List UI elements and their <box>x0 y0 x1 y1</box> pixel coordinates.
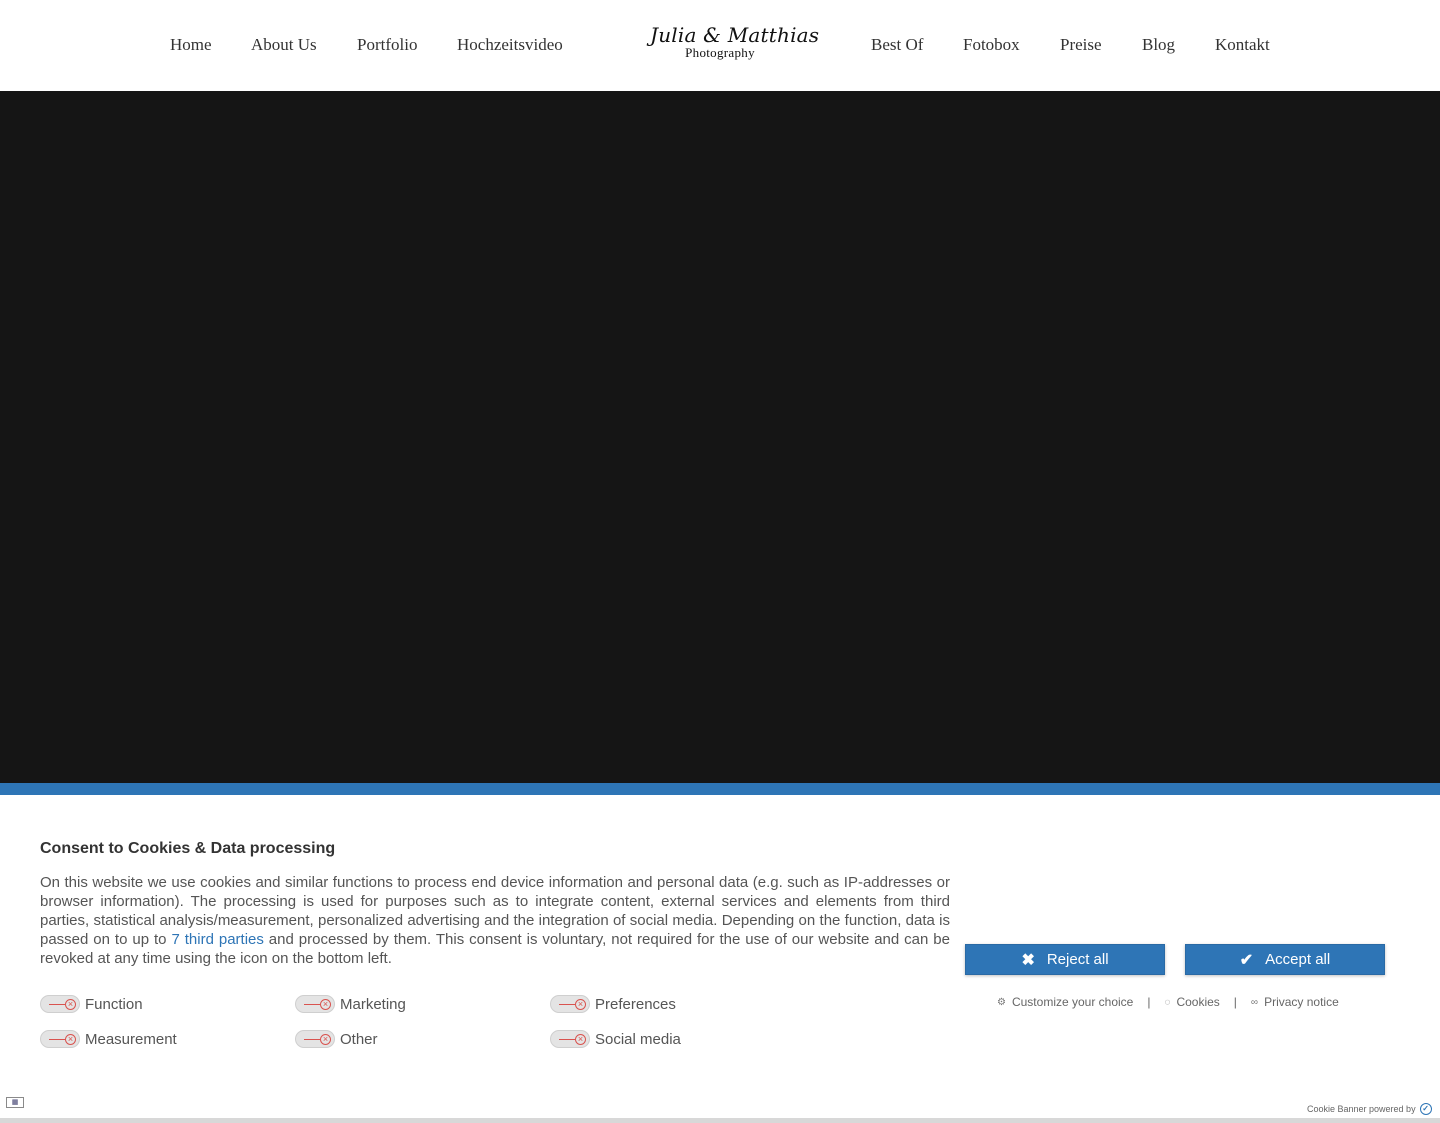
toggle-social-media[interactable]: × Social media <box>550 1030 681 1048</box>
toggle-label: Function <box>85 995 143 1013</box>
nav-home[interactable]: Home <box>170 34 212 56</box>
third-parties-link[interactable]: 7 third parties <box>171 931 263 948</box>
nav-portfolio[interactable]: Portfolio <box>357 34 417 56</box>
nav-blog[interactable]: Blog <box>1142 34 1175 56</box>
toggle-label: Other <box>340 1030 378 1048</box>
check-icon: ✔ <box>1239 951 1254 969</box>
toggle-off-icon: × <box>295 995 335 1013</box>
accept-all-button[interactable]: ✔ Accept all <box>1185 944 1385 975</box>
check-badge-icon: ✓ <box>1419 1103 1432 1115</box>
toggle-off-icon: × <box>550 995 590 1013</box>
cookie-banner-top-bar <box>0 783 1440 795</box>
customize-choice-link[interactable]: ⚙ Customize your choice <box>997 995 1133 1009</box>
toggle-off-icon: × <box>40 1030 80 1048</box>
link-icon: ∞ <box>1250 996 1259 1008</box>
site-header: Home About Us Portfolio Hochzeitsvideo J… <box>0 0 1440 91</box>
privacy-label: Privacy notice <box>1264 995 1339 1009</box>
toggle-other[interactable]: × Other <box>295 1030 378 1048</box>
nav-preise[interactable]: Preise <box>1060 34 1102 56</box>
cookie-icon: ◌ <box>1164 996 1171 1008</box>
logo-subtitle: Photography <box>685 45 755 60</box>
cookies-label: Cookies <box>1176 995 1220 1009</box>
toggle-preferences[interactable]: × Preferences <box>550 995 676 1013</box>
cookies-link[interactable]: ◌ Cookies <box>1164 995 1219 1009</box>
powered-by[interactable]: Cookie Banner powered by ✓ <box>1307 1103 1432 1115</box>
nav-about-us[interactable]: About Us <box>251 34 317 56</box>
hero-area <box>0 91 1440 783</box>
powered-by-label: Cookie Banner powered by <box>1307 1104 1416 1114</box>
reject-all-button[interactable]: ✖ Reject all <box>965 944 1165 975</box>
toggle-label: Measurement <box>85 1030 177 1048</box>
toggle-off-icon: × <box>295 1030 335 1048</box>
separator: | <box>1233 995 1237 1009</box>
nav-kontakt[interactable]: Kontakt <box>1215 34 1270 56</box>
close-icon: ✖ <box>1021 951 1035 969</box>
consent-title: Consent to Cookies & Data processing <box>40 840 336 857</box>
toggle-label: Marketing <box>340 995 406 1013</box>
page-bottom-strip <box>0 1118 1440 1123</box>
toggle-measurement[interactable]: × Measurement <box>40 1030 177 1048</box>
customize-label: Customize your choice <box>1011 995 1134 1009</box>
site-logo[interactable]: Julia & Matthias Photography <box>650 23 820 68</box>
nav-hochzeitsvideo[interactable]: Hochzeitsvideo <box>457 34 563 56</box>
toggle-marketing[interactable]: × Marketing <box>295 995 406 1013</box>
toggle-label: Social media <box>595 1030 681 1048</box>
toggle-label: Preferences <box>595 995 676 1013</box>
cookie-banner: Consent to Cookies & Data processing On … <box>0 795 1440 1118</box>
accept-all-label: Accept all <box>1265 951 1331 968</box>
privacy-notice-link[interactable]: ∞ Privacy notice <box>1251 995 1339 1009</box>
nav-fotobox[interactable]: Fotobox <box>963 34 1020 56</box>
reject-all-label: Reject all <box>1046 951 1109 968</box>
toggle-function[interactable]: × Function <box>40 995 143 1013</box>
nav-best-of[interactable]: Best Of <box>871 34 923 56</box>
language-flag-icon[interactable]: ▦ <box>6 1097 24 1108</box>
toggle-off-icon: × <box>550 1030 590 1048</box>
gear-icon: ⚙ <box>997 996 1006 1008</box>
logo-script: Julia & Matthias <box>650 23 820 47</box>
consent-text: On this website we use cookies and simil… <box>40 873 950 968</box>
toggle-off-icon: × <box>40 995 80 1013</box>
banner-links: ⚙ Customize your choice | ◌ Cookies | ∞ … <box>997 995 1339 1009</box>
separator: | <box>1147 995 1151 1009</box>
